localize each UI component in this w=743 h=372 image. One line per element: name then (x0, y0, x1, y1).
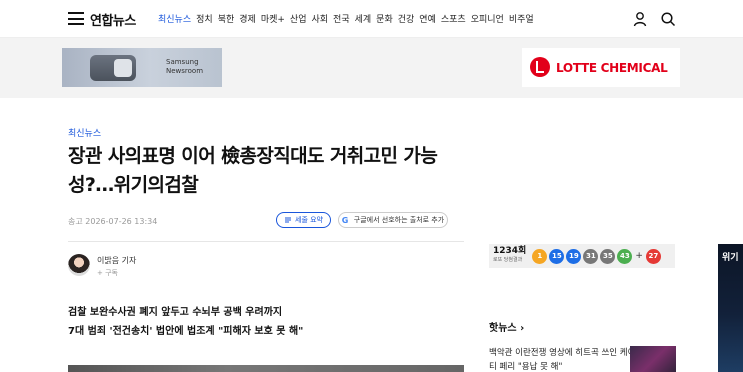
google-button-label: 구글에서 선호하는 출처로 추가 (353, 216, 445, 224)
lotto-round-caption: 로또 당첨결과 (493, 257, 523, 263)
hot-news-item[interactable]: 백악관 이란전쟁 영상에 히트곡 쓰인 케이티 페리 "용납 못 해" (489, 346, 639, 372)
lotto-round: 1234회 로또 당첨결과 (493, 247, 526, 265)
earbuds-image (90, 55, 136, 81)
nav-item-health[interactable]: 건강 (398, 12, 415, 25)
reporter-name[interactable]: 이밝음 기자 (97, 255, 136, 266)
nav-item-politics[interactable]: 정치 (196, 12, 213, 25)
summary-icon (285, 217, 291, 223)
plus-icon: + (635, 251, 643, 261)
lotto-ball: 43 (617, 248, 633, 264)
nav-item-economy[interactable]: 경제 (239, 12, 256, 25)
summary-button[interactable]: 세줄 요약 (276, 212, 331, 228)
google-preferred-source-button[interactable]: G 구글에서 선호하는 출처로 추가 (338, 212, 448, 228)
article-headline: 장관 사의표명 이어 檢총장직대도 거취고민 가능성?…위기의검찰 (68, 145, 438, 196)
lotto-ball: 15 (549, 248, 565, 264)
nav-item-national[interactable]: 전국 (333, 12, 350, 25)
samsung-ad-text: Samsung Newsroom (166, 58, 204, 75)
lotte-ad-text: LOTTE CHEMICAL (556, 61, 668, 75)
lotto-ball: 1 (532, 248, 548, 264)
lotte-logo-icon (530, 57, 550, 77)
nav-item-entertainment[interactable]: 연예 (419, 12, 436, 25)
main-nav: 최신뉴스 정치 북한 경제 마켓+ 산업 사회 전국 세계 문화 건강 연예 스… (158, 12, 534, 25)
nav-item-north-korea[interactable]: 북한 (218, 12, 235, 25)
summary-button-label: 세줄 요약 (295, 216, 323, 224)
hot-news-label: 핫뉴스 (489, 323, 517, 334)
top-header: 연합뉴스 최신뉴스 정치 북한 경제 마켓+ 산업 사회 전국 세계 문화 건강… (0, 0, 743, 38)
side-ad[interactable]: 위기 (718, 244, 743, 372)
ad-banner-strip: Samsung Newsroom LOTTE CHEMICAL (0, 38, 743, 98)
nav-item-industry[interactable]: 산업 (290, 12, 307, 25)
nav-item-latest[interactable]: 최신뉴스 (158, 12, 191, 25)
avatar[interactable] (68, 254, 90, 276)
nav-item-visual[interactable]: 비주얼 (509, 12, 534, 25)
nav-item-opinion[interactable]: 오피니언 (471, 12, 504, 25)
chevron-right-icon: › (520, 323, 525, 334)
divider (68, 241, 464, 242)
hot-news-title[interactable]: 핫뉴스 › (489, 319, 524, 334)
search-icon[interactable] (660, 11, 676, 27)
subscribe-button[interactable]: + 구독 (97, 268, 118, 278)
lotto-round-number: 1234회 (493, 246, 527, 256)
lotte-ad[interactable]: LOTTE CHEMICAL (522, 48, 680, 87)
hot-news-thumbnail[interactable] (630, 346, 676, 372)
lotto-bonus-ball: 27 (645, 248, 661, 264)
menu-icon[interactable] (68, 12, 84, 25)
nav-item-culture[interactable]: 문화 (376, 12, 393, 25)
site-logo[interactable]: 연합뉴스 (90, 10, 136, 29)
google-icon: G (341, 215, 349, 225)
lotto-ball: 19 (566, 248, 582, 264)
summary-line: 7대 범죄 '전건송치' 법안에 법조계 "피해자 보호 못 해" (68, 326, 304, 337)
lotto-ball: 31 (583, 248, 599, 264)
lotto-widget[interactable]: 1234회 로또 당첨결과 1 15 19 31 35 43 + 27 (489, 244, 675, 268)
section-label[interactable]: 최신뉴스 (68, 126, 101, 139)
summary-line: 검찰 보완수사권 폐지 앞두고 수뇌부 공백 우려까지 (68, 307, 283, 318)
side-ad-text: 위기 (722, 253, 739, 263)
article-timestamp: 송고 2026-07-26 13:34 (68, 217, 158, 226)
nav-item-sports[interactable]: 스포츠 (441, 12, 466, 25)
article-photo (68, 365, 464, 372)
lotto-ball: 35 (600, 248, 616, 264)
user-icon[interactable] (632, 11, 648, 27)
nav-item-society[interactable]: 사회 (311, 12, 328, 25)
samsung-ad[interactable]: Samsung Newsroom (62, 48, 222, 87)
nav-item-world[interactable]: 세계 (355, 12, 372, 25)
article-summary: 검찰 보완수사권 폐지 앞두고 수뇌부 공백 우려까지 7대 범죄 '전건송치'… (68, 303, 303, 341)
nav-item-market[interactable]: 마켓+ (261, 12, 285, 25)
